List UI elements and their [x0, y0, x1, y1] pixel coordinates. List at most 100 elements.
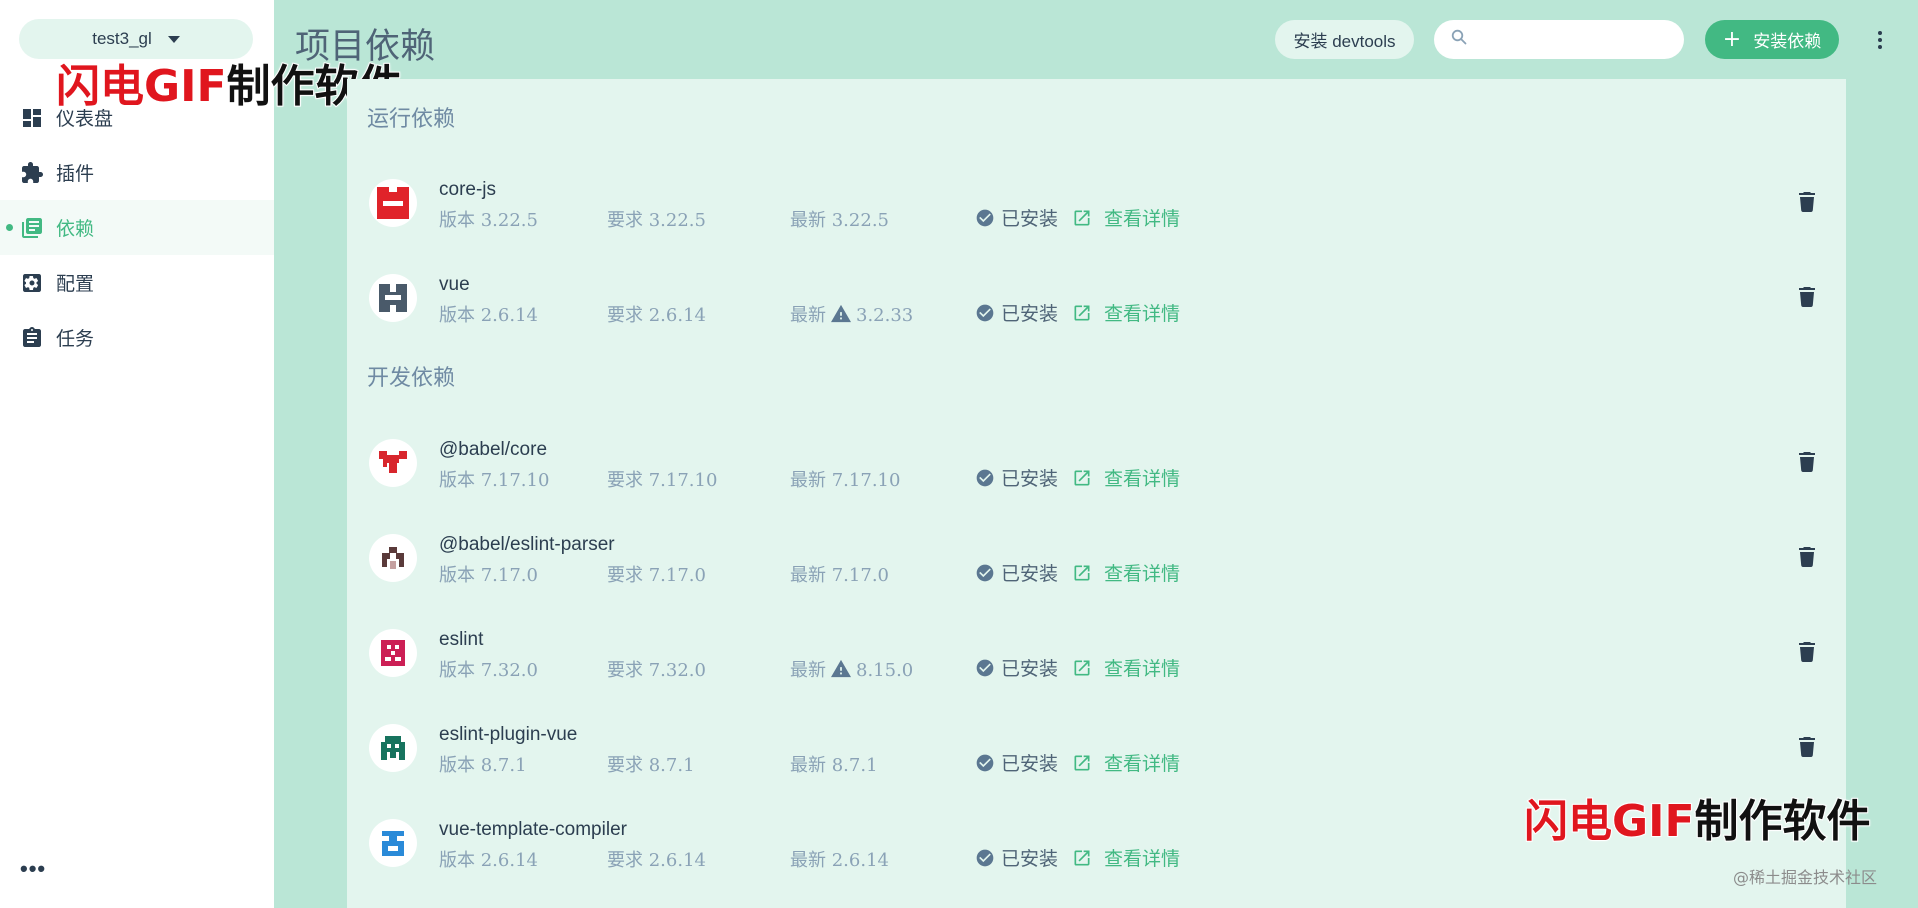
package-avatar-icon [369, 274, 417, 322]
installed-status: 已安装 [975, 749, 1058, 776]
search-icon [1451, 29, 1467, 50]
check-circle-icon [976, 849, 994, 866]
chevron-down-icon [167, 35, 180, 43]
sidebar-item-label: 任务 [56, 329, 95, 350]
package-latest: 最新 2.6.14 [790, 850, 889, 871]
sidebar-item-dependencies[interactable]: 依赖 [0, 200, 274, 255]
warning-icon [830, 658, 852, 683]
package-latest: 最新 7.17.0 [790, 565, 889, 586]
installed-status: 已安装 [975, 654, 1058, 681]
settings-icon [20, 271, 44, 295]
installed-status: 已安装 [975, 204, 1058, 231]
package-name: vue-template-compiler [439, 819, 627, 840]
sidebar: test3_gl 仪表盘 插件 依赖 配置 任务 ••• [0, 0, 274, 908]
install-dependency-button[interactable]: + 安装依赖 [1705, 20, 1839, 59]
package-required: 要求 8.7.1 [607, 755, 695, 776]
puzzle-icon [20, 161, 44, 185]
view-details-link[interactable]: 查看详情 [1072, 559, 1180, 586]
dependency-row: eslint 版本 7.32.0 要求 7.32.0 最新 8.15.0 已安装 … [347, 616, 1846, 711]
package-avatar-icon [369, 819, 417, 867]
more-vert-icon[interactable] [1870, 28, 1890, 52]
sidebar-item-configuration[interactable]: 配置 [0, 255, 274, 310]
page-title: 项目依赖 [295, 27, 436, 66]
install-devtools-button[interactable]: 安装 devtools [1275, 20, 1414, 59]
warning-icon [830, 303, 852, 328]
package-name: core-js [439, 179, 497, 200]
section-title-runtime: 运行依赖 [367, 106, 456, 131]
open-in-new-icon [1074, 850, 1090, 865]
clipboard-icon [20, 326, 44, 350]
install-dependency-label: 安装依赖 [1753, 32, 1822, 52]
delete-icon[interactable] [1799, 642, 1815, 662]
check-circle-icon [976, 754, 994, 771]
check-circle-icon [976, 304, 994, 321]
view-details-link[interactable]: 查看详情 [1072, 204, 1180, 231]
package-latest: 最新 3.22.5 [790, 210, 889, 231]
package-name: @babel/core [439, 439, 548, 460]
package-required: 要求 3.22.5 [607, 210, 706, 231]
package-latest: 最新 7.17.10 [790, 470, 901, 491]
view-details-link[interactable]: 查看详情 [1072, 464, 1180, 491]
package-avatar-icon [369, 724, 417, 772]
plus-icon: + [1722, 26, 1742, 52]
package-name: @babel/eslint-parser [439, 534, 615, 555]
delete-icon[interactable] [1799, 192, 1815, 212]
open-in-new-icon [1074, 210, 1090, 225]
check-circle-icon [976, 209, 994, 226]
package-version: 版本 7.32.0 [439, 660, 538, 681]
view-details-link[interactable]: 查看详情 [1072, 844, 1180, 871]
check-circle-icon [976, 659, 994, 676]
package-version: 版本 2.6.14 [439, 850, 538, 871]
search-field[interactable] [1434, 20, 1684, 59]
package-avatar-icon [369, 439, 417, 487]
sidebar-item-label: 插件 [56, 164, 95, 185]
view-details-link[interactable]: 查看详情 [1072, 299, 1180, 326]
project-name: test3_gl [92, 29, 152, 48]
open-in-new-icon [1074, 660, 1090, 675]
delete-icon[interactable] [1799, 452, 1815, 472]
installed-status: 已安装 [975, 559, 1058, 586]
package-required: 要求 2.6.14 [607, 305, 706, 326]
dependency-row: eslint-plugin-vue 版本 8.7.1 要求 8.7.1 最新 8… [347, 711, 1846, 806]
package-latest: 最新 8.15.0 [790, 658, 914, 683]
package-required: 要求 7.17.10 [607, 470, 718, 491]
check-circle-icon [976, 469, 994, 486]
sidebar-item-label: 依赖 [56, 219, 95, 240]
site-credit: @稀土掘金技术社区 [1733, 868, 1878, 887]
view-details-link[interactable]: 查看详情 [1072, 654, 1180, 681]
package-name: eslint [439, 629, 484, 650]
section-title-dev: 开发依赖 [367, 365, 456, 390]
dependency-row: @babel/eslint-parser 版本 7.17.0 要求 7.17.0… [347, 521, 1846, 616]
package-name: vue [439, 274, 470, 295]
package-version: 版本 3.22.5 [439, 210, 538, 231]
sidebar-item-tasks[interactable]: 任务 [0, 310, 274, 365]
dashboard-icon [20, 106, 44, 130]
dependency-row: vue 版本 2.6.14 要求 2.6.14 最新 3.2.33 已安装 查看详… [347, 261, 1846, 356]
dependencies-panel: 运行依赖 开发依赖 core-js 版本 3.22.5 要求 3.22.5 最新… [347, 79, 1846, 908]
package-name: eslint-plugin-vue [439, 724, 578, 745]
package-latest: 最新 3.2.33 [790, 303, 914, 328]
package-required: 要求 7.32.0 [607, 660, 706, 681]
sidebar-item-label: 配置 [56, 274, 95, 295]
open-in-new-icon [1074, 565, 1090, 580]
delete-icon[interactable] [1799, 547, 1815, 567]
delete-icon[interactable] [1799, 287, 1815, 307]
package-version: 版本 7.17.10 [439, 470, 550, 491]
check-circle-icon [976, 564, 994, 581]
project-selector[interactable]: test3_gl [19, 19, 253, 59]
active-indicator [6, 224, 13, 231]
installed-status: 已安装 [975, 844, 1058, 871]
package-required: 要求 2.6.14 [607, 850, 706, 871]
watermark-bottom: 闪电GIF制作软件 [1523, 796, 1872, 847]
package-version: 版本 8.7.1 [439, 755, 527, 776]
package-avatar-icon [369, 629, 417, 677]
open-in-new-icon [1074, 755, 1090, 770]
more-menu-button[interactable]: ••• [20, 858, 46, 880]
sidebar-nav: 仪表盘 插件 依赖 配置 任务 [0, 90, 274, 365]
search-input[interactable] [1477, 30, 1677, 49]
sidebar-item-plugins[interactable]: 插件 [0, 145, 274, 200]
installed-status: 已安装 [975, 464, 1058, 491]
delete-icon[interactable] [1799, 737, 1815, 757]
package-latest: 最新 8.7.1 [790, 755, 878, 776]
view-details-link[interactable]: 查看详情 [1072, 749, 1180, 776]
